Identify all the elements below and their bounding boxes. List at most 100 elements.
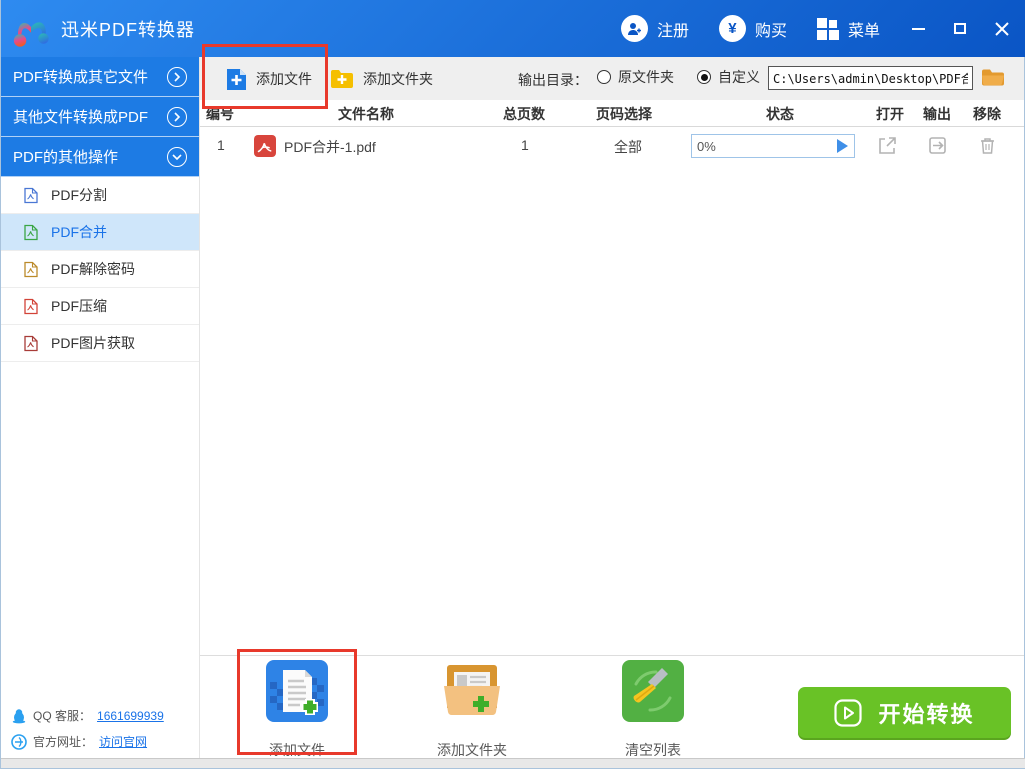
sidebar-item-label: PDF解除密码 [51, 261, 135, 277]
menu-button[interactable]: 菜单 [816, 17, 880, 41]
buy-button[interactable]: ¥ 购买 [718, 15, 787, 42]
sidebar-item-pdf-compress[interactable]: PDF压缩 [1, 288, 199, 325]
sidebar-item-pdf-split[interactable]: PDF分割 [1, 177, 199, 214]
support-links: QQ 客服： 1661699939 官方网址： 访问官网 [11, 698, 164, 750]
add-file-big-icon [266, 660, 328, 722]
sidebar-item-label: PDF合并 [51, 224, 107, 240]
register-button[interactable]: 注册 [620, 15, 689, 42]
chevron-down-icon [167, 146, 187, 167]
output-path-input[interactable] [768, 66, 973, 90]
add-folder-big-button[interactable]: 添加文件夹 [412, 660, 532, 760]
col-header-status: 状态 [766, 106, 794, 122]
radio-original-folder[interactable]: 原文件夹 [597, 67, 674, 87]
pdf-file-icon [24, 298, 38, 314]
pdf-file-icon [24, 335, 38, 351]
col-header-no: 编号 [206, 106, 234, 122]
official-site-label: 官方网址： [33, 735, 94, 749]
table-header-row: 编号 文件名称 总页数 页码选择 状态 打开 输出 移除 [200, 100, 1024, 127]
play-icon [834, 698, 863, 727]
window-bottom-edge [1, 758, 1025, 768]
maximize-button[interactable] [952, 21, 968, 37]
start-convert-label: 开始转换 [878, 701, 975, 727]
start-convert-button[interactable]: 开始转换 [798, 687, 1011, 738]
qq-support-label: QQ 客服： [33, 709, 92, 723]
chevron-right-icon [167, 106, 187, 127]
col-header-open: 打开 [876, 106, 904, 122]
col-header-page-select: 页码选择 [596, 106, 652, 122]
radio-custom[interactable]: 自定义 [697, 67, 760, 87]
toolbar: 添加文件 添加文件夹 输出目录： 原文件夹 自定义 [200, 57, 1024, 100]
col-header-remove: 移除 [973, 106, 1001, 122]
add-file-icon [227, 68, 246, 90]
qq-number-link[interactable]: 1661699939 [97, 709, 164, 723]
chevron-right-icon [167, 66, 187, 87]
close-button[interactable] [994, 21, 1010, 37]
clear-list-big-label: 清空列表 [625, 742, 681, 758]
section-label: PDF的其他操作 [13, 149, 119, 166]
col-header-filename: 文件名称 [338, 106, 394, 122]
radio-circle-icon [597, 70, 611, 84]
sidebar-section-other-to-pdf[interactable]: 其他文件转换成PDF [1, 97, 199, 137]
sidebar-item-label: PDF图片获取 [51, 335, 135, 351]
progress-percent: 0% [697, 138, 716, 154]
register-user-icon [620, 15, 648, 42]
app-window: 迅米PDF转换器 注册 ¥ 购买 菜单 PDF转换成其它文件 其他文件转换成PD… [0, 0, 1025, 769]
main-panel: 添加文件 添加文件夹 输出目录： 原文件夹 自定义 C:\Users\admin… [200, 57, 1024, 768]
qq-icon [12, 708, 26, 723]
browser-e-icon [11, 733, 27, 750]
pdf-file-icon [24, 224, 38, 240]
row-total-pages: 1 [521, 137, 529, 153]
sidebar: PDF转换成其它文件 其他文件转换成PDF PDF的其他操作 PDF分割 PDF… [1, 57, 200, 758]
sidebar-item-pdf-remove-password[interactable]: PDF解除密码 [1, 251, 199, 288]
menu-grid-icon [816, 17, 839, 40]
trash-icon[interactable] [977, 135, 998, 156]
section-label: PDF转换成其它文件 [13, 69, 149, 86]
radio-original-label: 原文件夹 [618, 69, 674, 85]
title-bar: 迅米PDF转换器 注册 ¥ 购买 菜单 [1, 0, 1025, 57]
browse-folder-button[interactable] [981, 67, 1005, 88]
sidebar-item-pdf-merge[interactable]: PDF合并 [1, 214, 199, 251]
row-filename: PDF合并-1.pdf [284, 139, 376, 155]
progress-bar: 0% [691, 134, 855, 158]
add-file-label: 添加文件 [256, 70, 312, 87]
app-logo-icon [13, 21, 49, 47]
sidebar-section-pdf-other-ops[interactable]: PDF的其他操作 [1, 137, 199, 177]
sidebar-item-pdf-image-extract[interactable]: PDF图片获取 [1, 325, 199, 362]
add-folder-button[interactable]: 添加文件夹 [330, 57, 433, 100]
col-header-total-pages: 总页数 [503, 106, 545, 122]
yen-icon: ¥ [718, 15, 746, 42]
pdf-file-icon [24, 261, 38, 277]
bottom-divider [200, 655, 1024, 656]
row-play-icon[interactable] [837, 139, 848, 153]
sidebar-section-pdf-to-other[interactable]: PDF转换成其它文件 [1, 57, 199, 97]
table-row: 1 PDF合并-1.pdf 1 全部 0% [200, 127, 1024, 165]
add-folder-big-label: 添加文件夹 [437, 742, 507, 758]
open-file-icon[interactable] [877, 135, 898, 156]
section-label: 其他文件转换成PDF [13, 109, 149, 126]
add-file-big-label: 添加文件 [269, 742, 325, 758]
add-folder-label: 添加文件夹 [363, 70, 433, 87]
add-file-big-button[interactable]: 添加文件 [237, 660, 357, 760]
row-page-select[interactable]: 全部 [614, 137, 642, 157]
official-site-link[interactable]: 访问官网 [99, 733, 147, 750]
radio-custom-label: 自定义 [718, 69, 760, 85]
add-folder-big-icon [444, 665, 500, 716]
pdf-file-icon [24, 187, 38, 203]
clear-list-big-button[interactable]: 清空列表 [593, 660, 713, 760]
app-title: 迅米PDF转换器 [61, 19, 195, 40]
output-dir-label: 输出目录： [518, 72, 588, 88]
open-output-icon[interactable] [927, 135, 948, 156]
sidebar-item-label: PDF分割 [51, 187, 107, 203]
radio-circle-checked-icon [697, 70, 711, 84]
buy-label: 购买 [754, 22, 787, 40]
add-file-button[interactable]: 添加文件 [226, 57, 312, 100]
menu-label: 菜单 [847, 22, 880, 40]
pdf-red-icon [254, 135, 276, 157]
clear-list-big-icon [622, 660, 684, 722]
row-number: 1 [217, 137, 225, 153]
minimize-button[interactable] [910, 21, 926, 37]
col-header-output: 输出 [923, 106, 951, 122]
add-folder-icon [331, 69, 353, 88]
sidebar-item-label: PDF压缩 [51, 298, 107, 314]
register-label: 注册 [656, 22, 689, 40]
